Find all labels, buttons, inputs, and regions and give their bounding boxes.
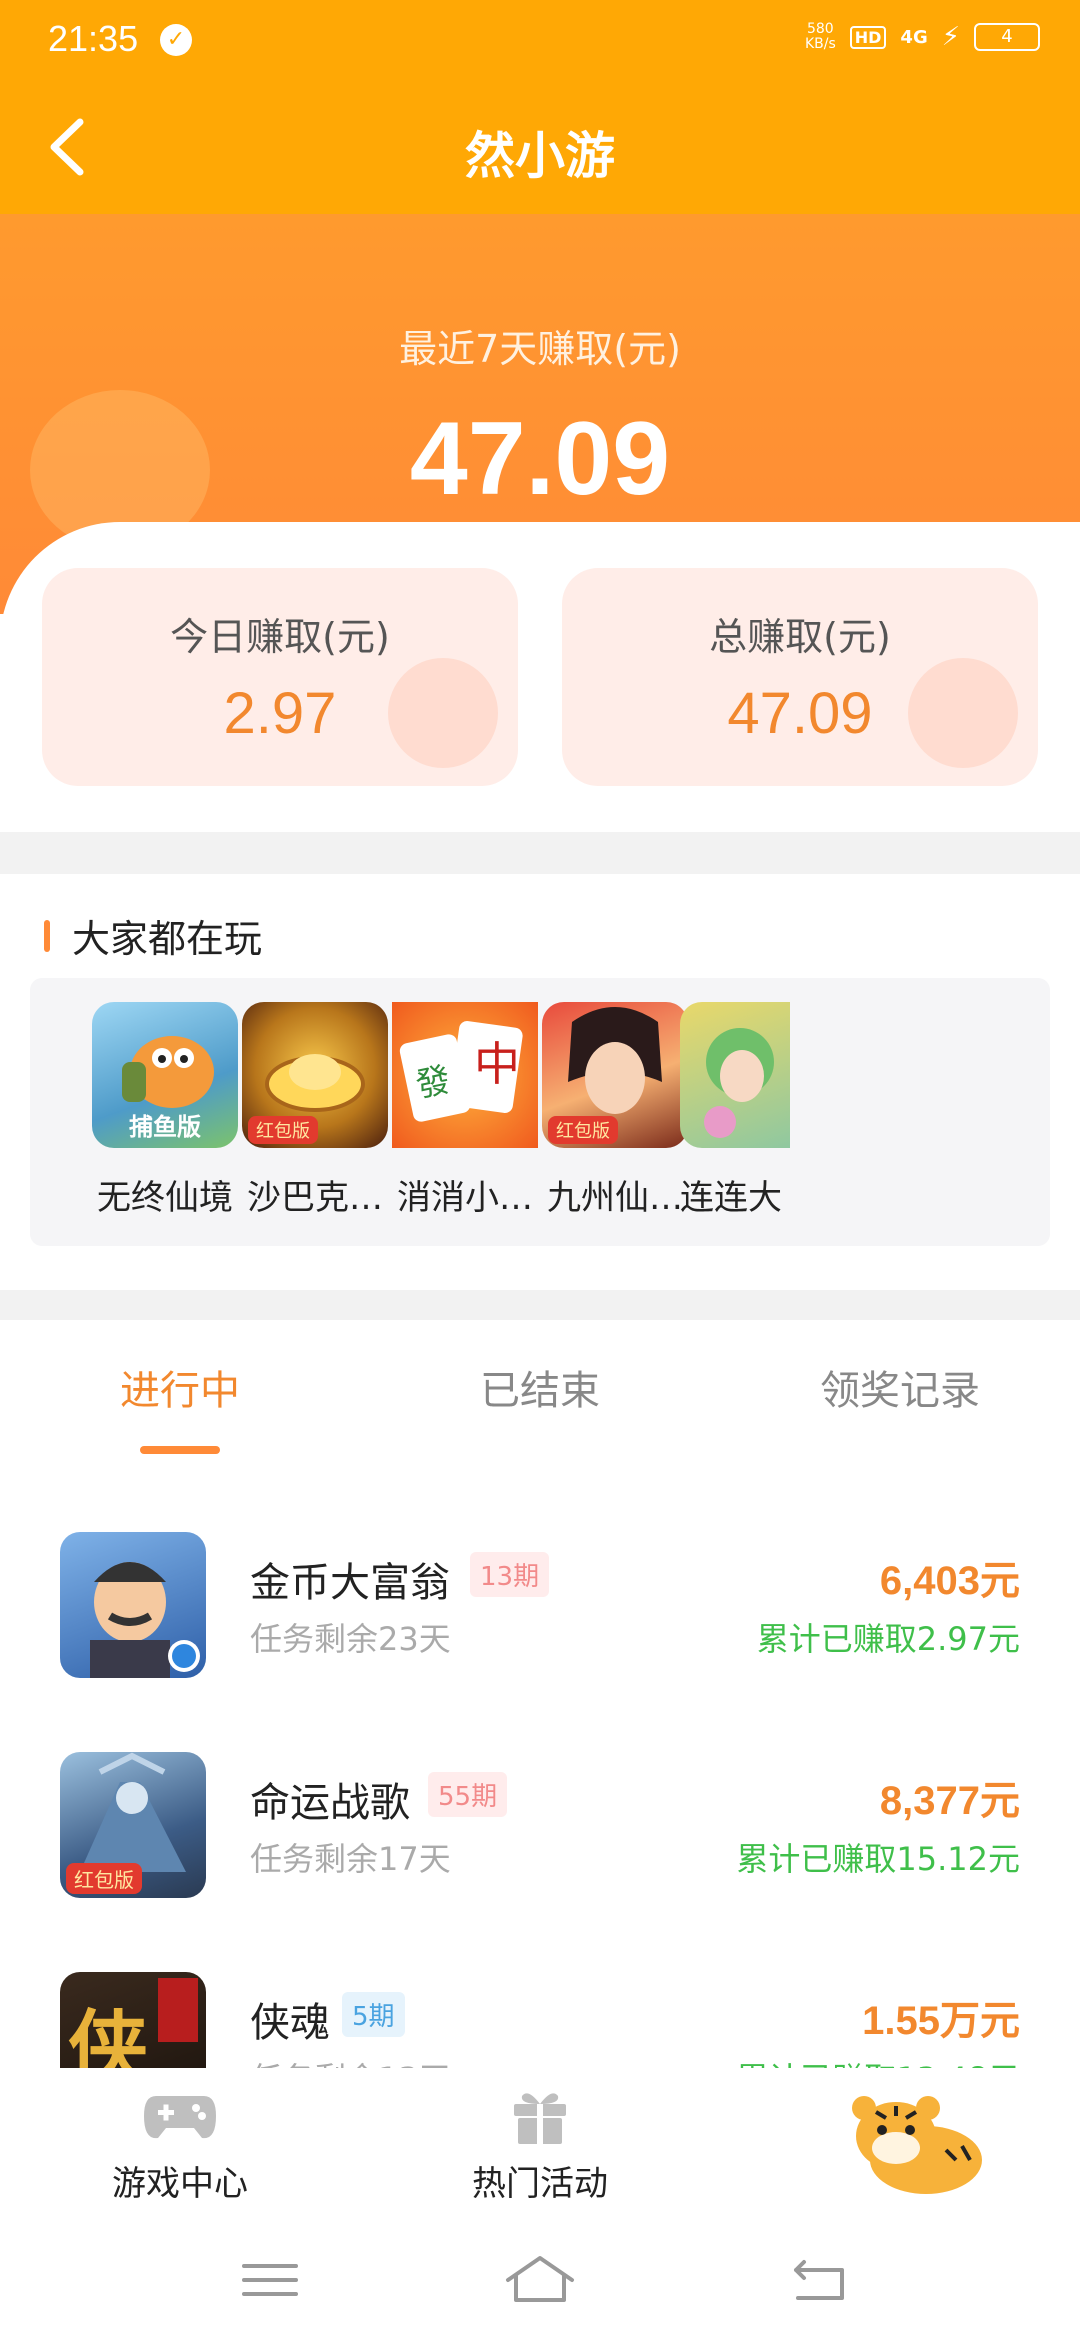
game-name: 九州仙… <box>547 1178 683 1218</box>
title-bar: 然小游 <box>0 80 1080 214</box>
red-packet-badge: 红包版 <box>66 1863 142 1894</box>
task-name: 金币大富翁 <box>250 1560 450 1606</box>
game-icon <box>680 1002 790 1148</box>
task-name: 侠魂 <box>250 2000 330 2046</box>
game-item[interactable]: 捕鱼版 无终仙境 <box>80 1002 250 1219</box>
recent-earnings-label: 最近7天赚取(元) <box>399 327 681 371</box>
verified-check-icon: ✓ <box>160 24 192 56</box>
task-remaining: 任务剩余13天 <box>250 2054 451 2068</box>
tiger-icon <box>852 2096 982 2194</box>
section-accent-bar <box>44 919 50 952</box>
task-reward-amount: 1.55万元 <box>862 1999 1020 2043</box>
game-item[interactable]: 红包版 九州仙… <box>530 1002 700 1219</box>
popular-section-title: 大家都在玩 <box>44 908 262 963</box>
rich-man-icon <box>90 1562 200 1678</box>
recent-earnings-value: 47.09 <box>409 401 671 517</box>
tab-reward-records[interactable]: 领奖记录 <box>720 1358 1080 1416</box>
total-earnings-label: 总赚取(元) <box>709 615 891 659</box>
game-name: 沙巴克… <box>247 1178 383 1218</box>
task-earned: 累计已赚取15.12元 <box>736 1840 1020 1878</box>
menu-button[interactable] <box>230 2250 310 2310</box>
game-item[interactable]: 连连大 <box>680 1002 800 1219</box>
today-earnings-card: 今日赚取(元) 2.97 <box>42 568 518 786</box>
gift-icon <box>420 2084 660 2148</box>
tab-in-progress[interactable]: 进行中 <box>0 1358 360 1416</box>
today-earnings-value: 2.97 <box>223 681 337 746</box>
section-divider <box>0 832 1080 874</box>
task-game-icon <box>60 1532 206 1678</box>
menu-icon <box>242 2264 298 2296</box>
period-badge: 5期 <box>342 1992 405 2037</box>
nav-hot-events[interactable]: 热门活动 <box>420 2084 660 2205</box>
task-earned: 累计已赚取13.48元 <box>736 2054 1020 2068</box>
task-game-icon: 红包版 <box>60 1752 206 1898</box>
popular-games-strip[interactable]: 捕鱼版 无终仙境 红包版 沙巴克… 中 發 消消小… 红包版 九州仙… 连连大 <box>30 978 1050 1246</box>
system-nav-bar <box>0 2220 1080 2340</box>
hd-icon: HD <box>849 25 887 49</box>
red-packet-badge: 红包版 <box>548 1116 618 1144</box>
nav-label: 游戏中心 <box>112 2164 248 2204</box>
xia-hun-logo-icon: 侠 <box>68 1978 198 2068</box>
nav-label: 热门活动 <box>472 2164 608 2204</box>
network-speed: 580 KB/s <box>805 22 836 52</box>
game-icon: 红包版 <box>542 1002 688 1148</box>
speed-value: 580 <box>806 21 834 37</box>
task-name: 命运战歌 <box>250 1780 410 1826</box>
game-icon: 红包版 <box>242 1002 388 1148</box>
game-name: 消消小… <box>397 1178 533 1218</box>
nav-game-center[interactable]: 游戏中心 <box>60 2084 300 2205</box>
task-row[interactable]: 金币大富翁 13期 任务剩余23天 6,403元 累计已赚取2.97元 <box>0 1532 1080 1682</box>
signal-icon: 4G <box>900 26 928 48</box>
svg-text:侠: 侠 <box>68 2001 149 2068</box>
charging-icon: ⚡ <box>941 22 960 52</box>
status-bar: 21:35 ✓ 580 KB/s HD 4G ⚡ 4 <box>0 0 1080 80</box>
back-nav-button[interactable] <box>780 2250 860 2310</box>
total-earnings-value: 47.09 <box>727 681 873 746</box>
task-game-icon: 侠 <box>60 1972 206 2068</box>
popular-title-text: 大家都在玩 <box>72 917 263 961</box>
tab-ended[interactable]: 已结束 <box>360 1358 720 1416</box>
fairy-icon <box>704 1028 774 1138</box>
home-icon <box>506 2256 574 2302</box>
task-reward-amount: 8,377元 <box>879 1779 1020 1823</box>
svg-text:中: 中 <box>474 1037 520 1091</box>
page-title: 然小游 <box>465 127 615 185</box>
red-packet-badge: 红包版 <box>248 1116 318 1144</box>
game-icon: 捕鱼版 <box>92 1002 238 1148</box>
task-row[interactable]: 红包版 命运战歌 55期 任务剩余17天 8,377元 累计已赚取15.12元 <box>0 1752 1080 1902</box>
status-time: 21:35 <box>48 18 139 59</box>
game-icon: 中 發 <box>392 1002 538 1148</box>
mahjong-tile-icon: 中 發 <box>399 1021 523 1122</box>
home-button[interactable] <box>500 2250 580 2310</box>
game-name: 无终仙境 <box>97 1178 233 1218</box>
task-tabs: 进行中 已结束 领奖记录 <box>0 1310 1080 1460</box>
task-remaining: 任务剩余23天 <box>250 1620 451 1658</box>
task-earned: 累计已赚取2.97元 <box>756 1620 1020 1658</box>
period-badge: 55期 <box>428 1772 508 1817</box>
today-earnings-label: 今日赚取(元) <box>170 615 390 659</box>
game-item[interactable]: 红包版 沙巴克… <box>230 1002 400 1219</box>
return-icon <box>794 2260 844 2300</box>
active-tab-indicator <box>140 1446 220 1454</box>
task-reward-amount: 6,403元 <box>879 1559 1020 1603</box>
total-earnings-card: 总赚取(元) 47.09 <box>562 568 1038 786</box>
task-row[interactable]: 侠 侠魂 5期 任务剩余13天 1.55万元 累计已赚取13.48元 <box>0 1972 1080 2068</box>
speed-unit: KB/s <box>804 36 836 52</box>
tiger-mascot-button[interactable] <box>836 2090 986 2200</box>
game-item[interactable]: 中 發 消消小… <box>380 1002 550 1219</box>
gamepad-icon <box>60 2084 300 2148</box>
status-indicators: 580 KB/s HD 4G ⚡ 4 <box>805 22 1040 52</box>
game-name: 连连大 <box>680 1178 782 1218</box>
battery-icon: 4 <box>974 23 1040 51</box>
task-remaining: 任务剩余17天 <box>250 1840 451 1878</box>
period-badge: 13期 <box>470 1552 550 1597</box>
game-badge: 捕鱼版 <box>129 1113 201 1141</box>
